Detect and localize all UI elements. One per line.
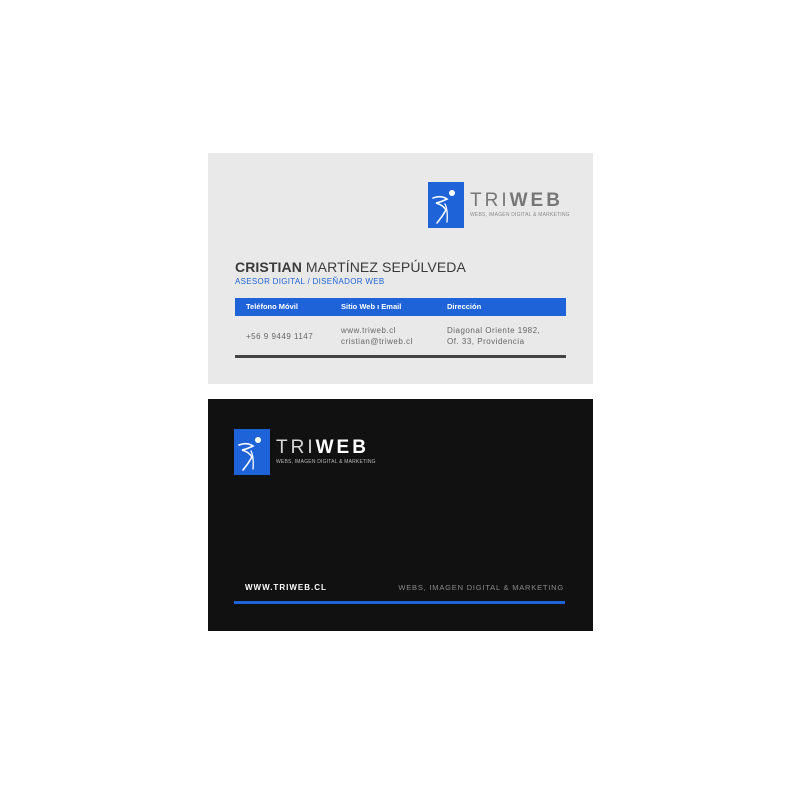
triweb-logo-mark-icon [428,182,464,228]
back-tagline: WEBS, IMAGEN DIGITAL & MARKETING [398,583,564,592]
header-phone: Teléfono Móvil [246,302,298,311]
last-name: MARTÍNEZ SEPÚLVEDA [305,259,466,275]
address-line-2: Of. 33, Providencia [447,337,525,346]
website-url: WWW.TRIWEB.CL [245,583,327,592]
email-value: cristian@triweb.cl [341,337,413,346]
business-card-front: TRIWEB WEBS, IMAGEN DIGITAL & MARKETING … [208,153,593,384]
phone-value: +56 9 9449 1147 [246,332,314,341]
logo-wordmark: TRIWEB [276,437,369,458]
triweb-logo-mark-icon [234,429,270,475]
logo-tagline: WEBS, IMAGEN DIGITAL & MARKETING [470,212,570,218]
logo-tagline: WEBS, IMAGEN DIGITAL & MARKETING [276,459,376,465]
job-title: ASESOR DIGITAL / DISEÑADOR WEB [235,277,385,286]
back-divider [234,601,565,604]
first-name: CRISTIAN [235,259,302,275]
header-address: Dirección [447,302,482,311]
back-logo: TRIWEB WEBS, IMAGEN DIGITAL & MARKETING [234,429,376,475]
front-logo: TRIWEB WEBS, IMAGEN DIGITAL & MARKETING [428,182,570,228]
website-value: www.triweb.cl [341,326,396,335]
contact-header-bar: Teléfono Móvil Sitio Web ı Email Direcci… [235,298,566,316]
person-name: CRISTIAN MARTÍNEZ SEPÚLVEDA [235,259,466,275]
header-web-email: Sitio Web ı Email [341,302,402,311]
front-divider [235,355,566,358]
business-card-back: TRIWEB WEBS, IMAGEN DIGITAL & MARKETING … [208,399,593,631]
logo-wordmark: TRIWEB [470,190,563,211]
address-line-1: Diagonal Oriente 1982, [447,326,541,335]
